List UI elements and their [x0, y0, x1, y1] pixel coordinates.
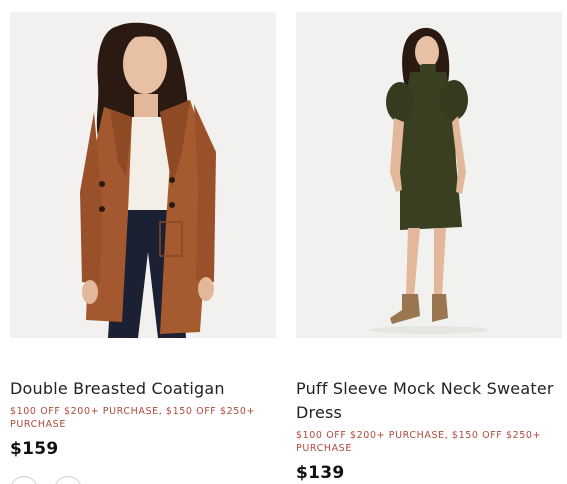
product-photo-sweater-dress — [296, 12, 562, 338]
product-grid: Double Breasted Coatigan $100 OFF $200+ … — [0, 0, 567, 484]
color-swatch[interactable] — [54, 476, 82, 484]
product-image[interactable] — [10, 12, 276, 338]
product-name[interactable]: Puff Sleeve Mock Neck Sweater Dress — [296, 377, 563, 425]
product-photo-coatigan — [10, 12, 276, 338]
product-card: Puff Sleeve Mock Neck Sweater Dress $100… — [296, 0, 563, 484]
product-image[interactable] — [296, 12, 562, 338]
promo-text: $100 OFF $200+ PURCHASE, $150 OFF $250+ … — [10, 406, 256, 430]
promo-text: $100 OFF $200+ PURCHASE, $150 OFF $250+ … — [296, 430, 542, 454]
product-price: $139 — [296, 463, 345, 483]
color-swatch[interactable] — [10, 476, 38, 484]
product-card: Double Breasted Coatigan $100 OFF $200+ … — [10, 0, 277, 484]
product-name[interactable]: Double Breasted Coatigan — [10, 377, 277, 401]
product-price: $159 — [10, 439, 59, 459]
